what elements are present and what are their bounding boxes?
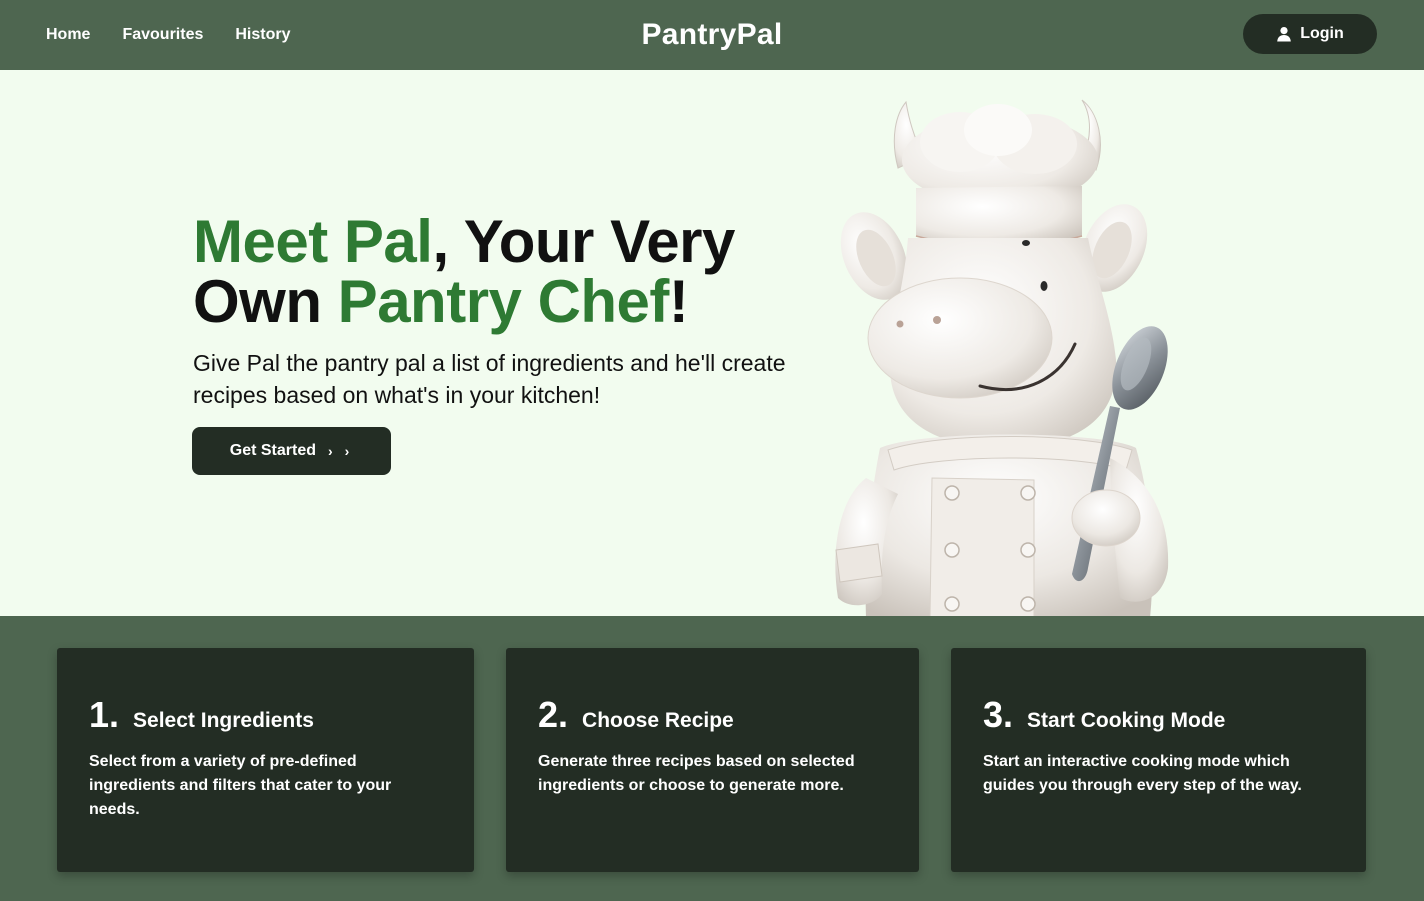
step-card-2-header: 2. Choose Recipe [538,694,887,736]
step-card-1-header: 1. Select Ingredients [89,694,442,736]
step-2-number: 2. [538,694,569,735]
login-label: Login [1300,25,1344,42]
hero-title: Meet Pal, Your Very Own Pantry Chef! [193,212,833,332]
get-started-button[interactable]: Get Started › › [192,427,391,475]
double-chevron-right-icon: › › [328,443,354,459]
step-3-number: 3. [983,694,1014,735]
step-1-title: Select Ingredients [133,709,314,732]
step-card-3: 3. Start Cooking Mode Start an interacti… [951,648,1366,872]
step-3-description: Start an interactive cooking mode which … [983,753,1302,794]
top-navbar: Home Favourites History PantryPal Login [0,0,1424,70]
step-1-number: 1. [89,694,120,735]
step-card-3-header: 3. Start Cooking Mode [983,694,1334,736]
login-button[interactable]: Login [1243,14,1377,54]
hero-section: Meet Pal, Your Very Own Pantry Chef! Giv… [0,70,1424,616]
hero-title-accent-2: Pantry Chef [337,268,670,335]
step-3-title: Start Cooking Mode [1027,709,1226,732]
step-1-description: Select from a variety of pre-defined ing… [89,753,392,818]
step-card-1: 1. Select Ingredients Select from a vari… [57,648,474,872]
hero-title-plain-2: ! [668,268,689,335]
brand-logo-text[interactable]: PantryPal [0,0,1424,70]
step-2-description: Generate three recipes based on selected… [538,753,855,794]
chef-cow-mascot-image [835,99,1169,616]
hero-title-accent-1: Meet Pal [193,208,433,275]
hero-subtitle: Give Pal the pantry pal a list of ingred… [193,350,786,408]
step-2-title: Choose Recipe [582,709,734,732]
user-icon [1276,26,1292,42]
get-started-label: Get Started [229,442,317,459]
steps-section: 1. Select Ingredients Select from a vari… [0,616,1424,901]
step-card-2: 2. Choose Recipe Generate three recipes … [506,648,919,872]
